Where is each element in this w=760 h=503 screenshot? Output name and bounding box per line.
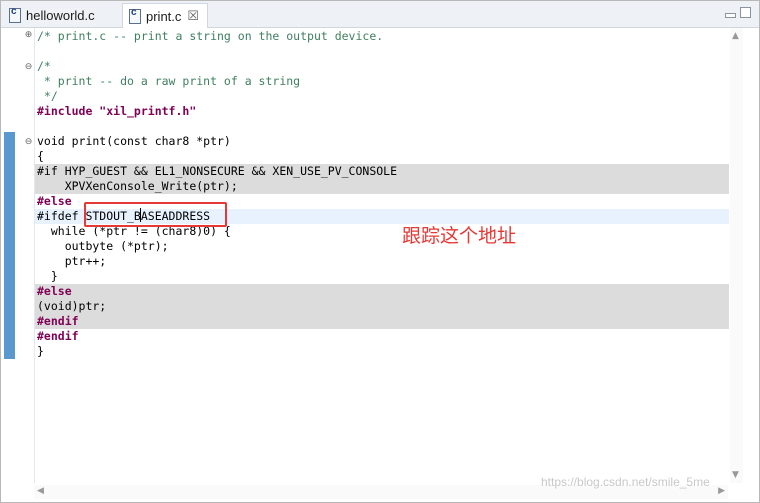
code-line: { xyxy=(37,149,44,163)
code-line: /* print.c -- print a string on the outp… xyxy=(37,29,384,43)
inactive-code-block xyxy=(35,284,729,329)
code-line: #if HYP_GUEST && EL1_NONSECURE && XEN_US… xyxy=(37,164,398,178)
overview-ruler-marker xyxy=(4,132,15,359)
scroll-right-icon[interactable]: ▶ xyxy=(718,486,725,496)
watermark: https://blog.csdn.net/smile_5me xyxy=(541,475,710,489)
code-line: #endif xyxy=(37,329,79,343)
close-tab-icon[interactable]: ☒ xyxy=(187,8,199,24)
tab-label: print.c xyxy=(146,8,182,24)
annotation-highlight-box xyxy=(84,202,227,227)
code-line: XPVXenConsole_Write(ptr); xyxy=(37,179,238,193)
code-line: outbyte (*ptr); xyxy=(37,239,169,253)
annotation-text: 跟踪这个地址 xyxy=(402,225,517,247)
c-file-icon xyxy=(129,7,141,24)
code-line: */ xyxy=(37,89,58,103)
scroll-left-icon[interactable]: ◀ xyxy=(37,486,44,496)
code-line: #include "xil_printf.h" xyxy=(37,104,197,118)
fold-collapse-icon[interactable]: ⊖ xyxy=(24,138,33,147)
tab-label: helloworld.c xyxy=(26,7,95,23)
code-line: * print -- do a raw print of a string xyxy=(37,74,301,88)
editor-tab-bar: helloworld.c print.c ☒ xyxy=(1,1,759,28)
code-line: } xyxy=(37,269,58,283)
maximize-button[interactable] xyxy=(740,7,751,18)
scroll-up-icon[interactable]: ▲ xyxy=(732,31,739,41)
window-controls xyxy=(725,7,751,18)
vertical-scrollbar[interactable]: ▲ ▼ xyxy=(730,28,743,483)
fold-collapse-icon[interactable]: ⊖ xyxy=(24,63,33,72)
minimize-button[interactable] xyxy=(725,13,736,18)
folding-column: ⊕ ⊖ ⊖ xyxy=(20,28,34,483)
code-line: } xyxy=(37,344,44,358)
fold-expand-icon[interactable]: ⊕ xyxy=(24,31,33,40)
tab-print-c[interactable]: print.c ☒ xyxy=(122,3,208,28)
code-line: (void)ptr; xyxy=(37,299,107,313)
code-line: #endif xyxy=(37,314,79,328)
code-line: #else xyxy=(37,284,72,298)
editor-window: helloworld.c print.c ☒ ⊕ ⊖ ⊖ /* print.c … xyxy=(0,0,760,503)
code-editor[interactable]: /* print.c -- print a string on the outp… xyxy=(34,28,729,483)
code-line: ptr++; xyxy=(37,254,107,268)
code-line: void print(const char8 *ptr) xyxy=(37,134,231,148)
text-cursor xyxy=(140,208,141,222)
code-line: #else xyxy=(37,194,72,208)
code-line: /* xyxy=(37,59,51,73)
scroll-down-icon[interactable]: ▼ xyxy=(732,470,739,480)
tab-helloworld-c[interactable]: helloworld.c xyxy=(3,3,121,27)
c-file-icon xyxy=(9,6,21,23)
